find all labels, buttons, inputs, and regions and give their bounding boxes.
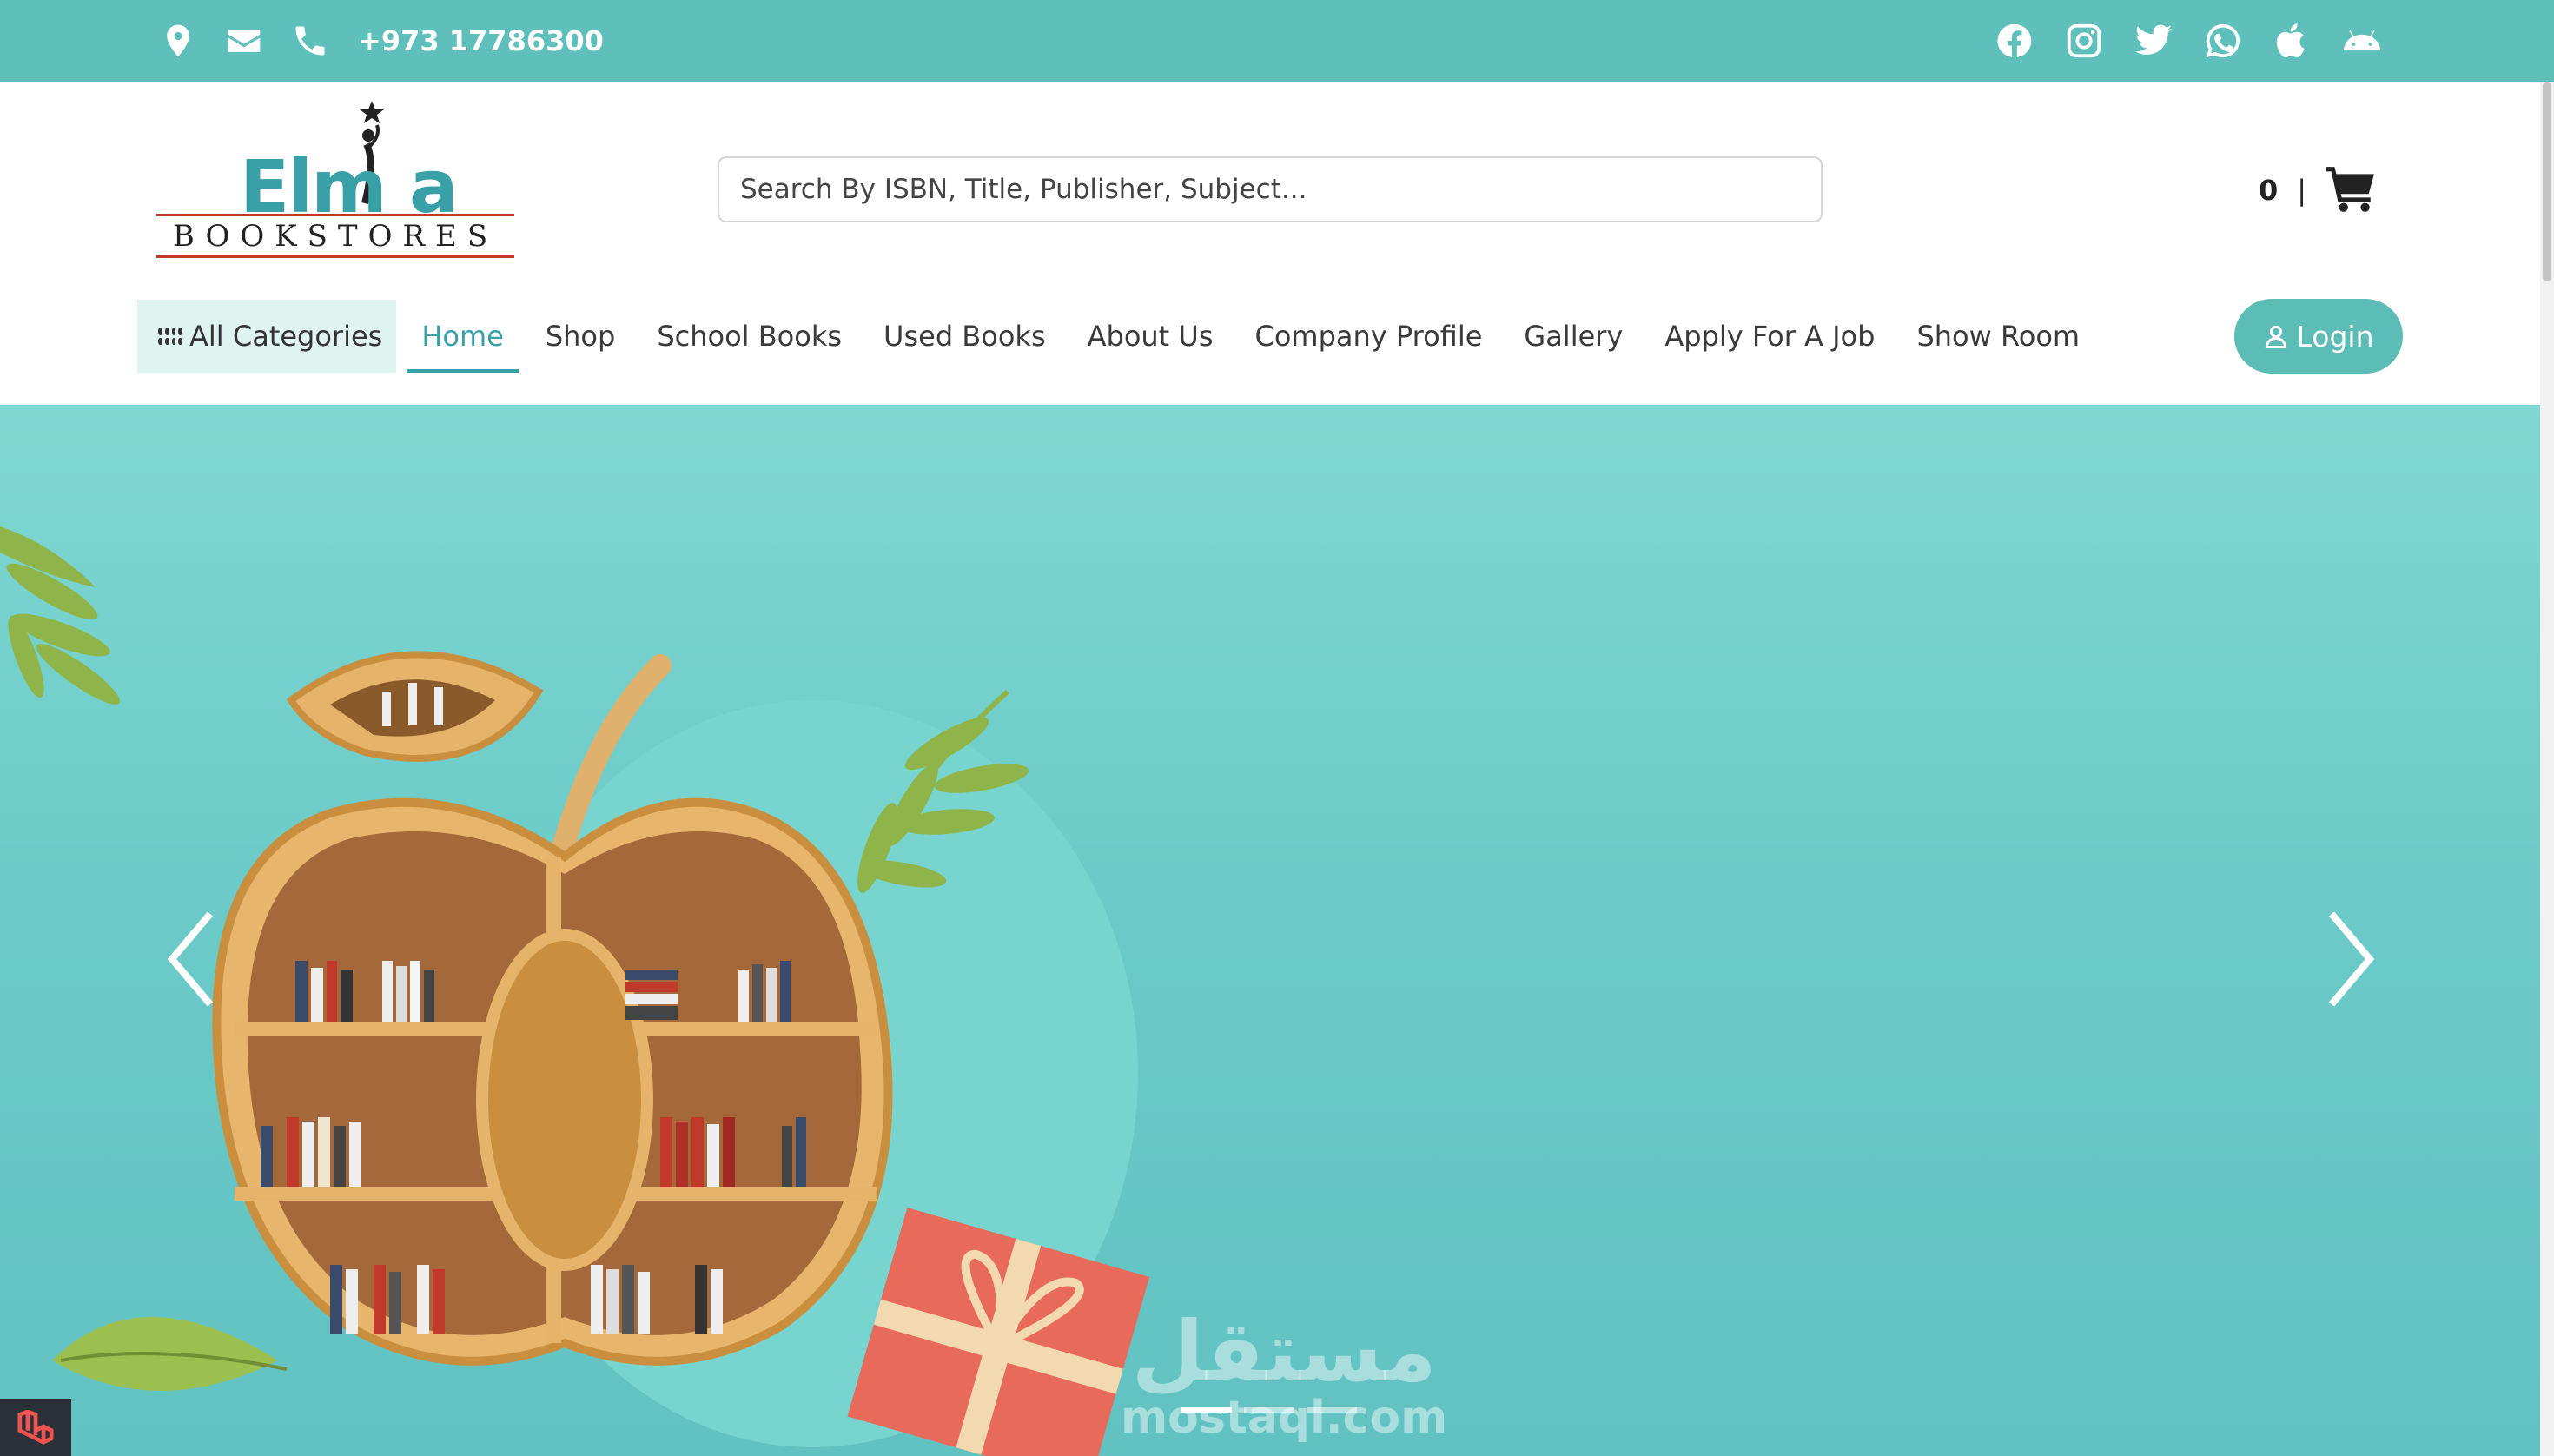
watermark: مستقل mostaql.com: [1121, 1308, 1447, 1440]
nav-shop[interactable]: Shop: [531, 300, 630, 373]
cart[interactable]: 0 |: [2259, 162, 2376, 219]
all-categories-label: All Categories: [189, 320, 383, 353]
phone-number[interactable]: +973 17786300: [358, 24, 604, 57]
all-categories-button[interactable]: All Categories: [137, 300, 397, 373]
nav-about-us[interactable]: About Us: [1073, 300, 1228, 373]
slider-indicators: [1181, 1407, 1357, 1413]
slider-next-chevron-icon[interactable]: [2325, 907, 2377, 1011]
logo-rule-bottom: [156, 255, 514, 258]
nav-gallery[interactable]: Gallery: [1509, 300, 1638, 373]
twitter-icon[interactable]: [2132, 19, 2175, 63]
nav-school-books[interactable]: School Books: [642, 300, 857, 373]
shopping-cart-icon[interactable]: [2326, 165, 2376, 215]
leaf-branch-icon: [0, 526, 121, 705]
page-scrollbar[interactable]: [2540, 82, 2554, 1456]
slider-dot-1[interactable]: [1181, 1407, 1232, 1413]
watermark-arabic: مستقل: [1131, 1303, 1437, 1400]
whatsapp-icon[interactable]: [2201, 19, 2245, 63]
nav-used-books[interactable]: Used Books: [869, 300, 1061, 373]
site-logo[interactable]: Elm a BOOKSTORES: [156, 101, 514, 259]
facebook-icon[interactable]: [1993, 19, 2036, 63]
social-links: [1993, 0, 2384, 82]
scrollbar-thumb[interactable]: [2543, 82, 2551, 281]
hero-slider: مستقل mostaql.com: [0, 405, 2540, 1456]
nav-show-room[interactable]: Show Room: [1902, 300, 2094, 373]
user-icon: [2266, 325, 2287, 348]
watermark-english: mostaql.com: [1121, 1392, 1448, 1444]
top-bar: +973 17786300: [0, 0, 2554, 82]
cart-count: 0: [2259, 174, 2279, 207]
grid-icon: [158, 328, 182, 345]
apple-bookshelf-illustration: [0, 526, 1150, 1456]
nav-apply-for-a-job[interactable]: Apply For A Job: [1650, 300, 1889, 373]
phone-icon[interactable]: [288, 19, 332, 63]
nav-home[interactable]: Home: [407, 300, 519, 373]
cart-separator: |: [2297, 174, 2307, 207]
logo-title: Elm a: [240, 144, 459, 229]
envelope-icon[interactable]: [222, 19, 266, 63]
logo-rule-top: [156, 214, 514, 216]
instagram-icon[interactable]: [2062, 19, 2106, 63]
slider-dot-3[interactable]: [1307, 1407, 1357, 1413]
location-pin-icon[interactable]: [156, 19, 200, 63]
login-label: Login: [2296, 319, 2374, 354]
login-button[interactable]: Login: [2234, 299, 2403, 374]
main-nav: All Categories Home Shop School Books Us…: [137, 300, 2107, 373]
apple-icon[interactable]: [2271, 19, 2314, 63]
logo-subtitle: BOOKSTORES: [172, 219, 499, 254]
laravel-debugbar-icon[interactable]: [0, 1399, 71, 1456]
android-icon[interactable]: [2340, 19, 2384, 63]
search-input[interactable]: [718, 156, 1823, 222]
slider-dot-2[interactable]: [1244, 1407, 1294, 1413]
nav-company-profile[interactable]: Company Profile: [1240, 300, 1497, 373]
slider-prev-chevron-icon[interactable]: [165, 907, 217, 1011]
contact-bar: +973 17786300: [156, 0, 604, 82]
